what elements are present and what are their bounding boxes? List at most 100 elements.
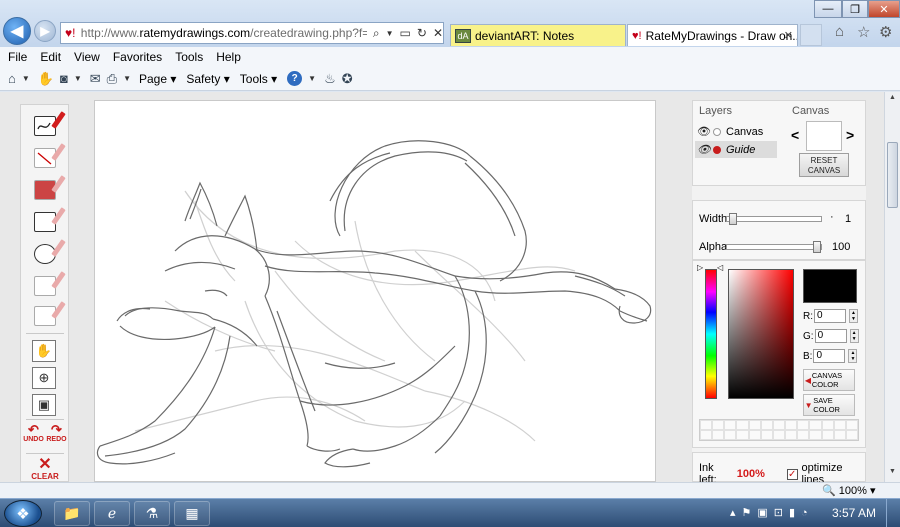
fit-to-screen-icon[interactable]: ▣ bbox=[32, 394, 56, 416]
palette-slot[interactable] bbox=[833, 420, 846, 430]
eye-visibility-icon[interactable]: 👁 bbox=[697, 125, 712, 138]
palette-slot[interactable] bbox=[797, 420, 810, 430]
saturation-value-picker[interactable] bbox=[728, 269, 794, 399]
hand-icon[interactable]: ✋ bbox=[38, 71, 54, 87]
redo-button[interactable]: ↷ REDO bbox=[46, 423, 67, 449]
explorer-folder-icon[interactable]: 📁 bbox=[54, 501, 90, 526]
palette-slot[interactable] bbox=[809, 420, 822, 430]
zoom-control[interactable]: 🔍 100% ▾ bbox=[822, 484, 875, 497]
palette-slot[interactable] bbox=[845, 420, 858, 430]
minimize-window-button[interactable]: — bbox=[814, 0, 842, 18]
palette-slot[interactable] bbox=[748, 420, 761, 430]
palette-slot[interactable] bbox=[760, 420, 773, 430]
new-tab-button[interactable] bbox=[800, 24, 822, 46]
chevron-down-icon[interactable]: ▼ bbox=[386, 29, 394, 38]
chevron-down-icon[interactable]: ▼ bbox=[22, 74, 30, 83]
hue-slider[interactable] bbox=[705, 269, 717, 399]
maximize-window-button[interactable]: ❐ bbox=[842, 0, 868, 18]
internet-explorer-icon[interactable]: ℯ bbox=[94, 501, 130, 526]
palette-slot[interactable] bbox=[809, 430, 822, 440]
palette-slot[interactable] bbox=[712, 420, 725, 430]
chevron-down-icon[interactable]: ▼ bbox=[123, 74, 131, 83]
home-icon[interactable]: ⌂ bbox=[835, 23, 844, 40]
palette-slot[interactable] bbox=[700, 420, 713, 430]
palette-slot[interactable] bbox=[785, 420, 798, 430]
chevron-down-icon[interactable]: ▼ bbox=[74, 74, 82, 83]
menu-help[interactable]: Help bbox=[216, 50, 241, 64]
system-tray[interactable]: ▴⚑▣⊡▮◔ bbox=[730, 506, 814, 519]
address-bar[interactable]: ♥! http://www.ratemydrawings.com/created… bbox=[60, 22, 444, 44]
tab-deviantart-notes[interactable]: dA deviantART: Notes bbox=[450, 24, 626, 46]
compatibility-view-icon[interactable]: ▭ bbox=[400, 26, 411, 40]
palette-slot[interactable] bbox=[724, 420, 737, 430]
home-icon[interactable]: ⌂ bbox=[8, 71, 16, 86]
eraser-tool[interactable] bbox=[28, 271, 66, 299]
start-button[interactable]: ❖ bbox=[4, 500, 42, 527]
palette-slot[interactable] bbox=[724, 430, 737, 440]
width-slider-thumb[interactable] bbox=[729, 213, 737, 225]
messenger-icon[interactable]: ✪ bbox=[342, 71, 353, 87]
scrollbar-thumb[interactable] bbox=[887, 142, 898, 208]
blue-spinner[interactable]: ▲ ▼ bbox=[848, 349, 858, 363]
layer-row-guide[interactable]: 👁 Guide bbox=[695, 141, 777, 158]
menu-file[interactable]: File bbox=[8, 50, 27, 64]
page-menu[interactable]: Page ▾ bbox=[139, 72, 176, 86]
search-icon[interactable]: ⌕ bbox=[373, 26, 380, 41]
menu-edit[interactable]: Edit bbox=[40, 50, 61, 64]
alpha-slider[interactable] bbox=[726, 241, 822, 253]
undo-button[interactable]: ↶ UNDO bbox=[23, 423, 44, 449]
scroll-up-icon[interactable]: ▲ bbox=[887, 94, 898, 106]
back-button[interactable]: ◀ bbox=[3, 17, 31, 45]
rectangle-tool[interactable] bbox=[28, 207, 66, 235]
show-desktop-button[interactable] bbox=[886, 499, 900, 527]
menu-view[interactable]: View bbox=[74, 50, 100, 64]
safety-menu[interactable]: Safety ▾ bbox=[186, 72, 229, 86]
close-window-button[interactable]: ✕ bbox=[868, 0, 900, 18]
palette-slot[interactable] bbox=[772, 430, 786, 440]
app-icon[interactable]: ⚗ bbox=[134, 501, 170, 526]
optimize-lines-checkbox[interactable]: ✓ bbox=[786, 468, 798, 480]
stop-icon[interactable]: ✕ bbox=[433, 26, 443, 40]
layer-row-canvas[interactable]: 👁 Canvas bbox=[695, 123, 777, 140]
close-tab-icon[interactable]: ✕ bbox=[784, 29, 793, 42]
clock[interactable]: 3:57 AM bbox=[832, 506, 876, 520]
palette-slot[interactable] bbox=[736, 430, 749, 440]
green-spinner[interactable]: ▲ ▼ bbox=[849, 329, 859, 343]
favorites-star-icon[interactable]: ☆ bbox=[857, 23, 870, 41]
reset-canvas-button[interactable]: RESET CANVAS bbox=[799, 153, 849, 177]
palette-slot[interactable] bbox=[845, 430, 858, 440]
saved-colors-palette[interactable] bbox=[699, 419, 859, 441]
canvas-prev-button[interactable]: < bbox=[791, 127, 799, 143]
refresh-icon[interactable]: ↻ bbox=[417, 26, 427, 40]
zoom-in-icon[interactable]: ⊕ bbox=[32, 367, 56, 389]
eyedropper-tool[interactable] bbox=[28, 301, 66, 329]
green-input[interactable]: 0 bbox=[814, 329, 847, 343]
drawing-canvas[interactable] bbox=[94, 100, 656, 482]
palette-slot[interactable] bbox=[821, 420, 834, 430]
save-color-button[interactable]: ▼ SAVE COLOR bbox=[803, 394, 855, 416]
palette-slot[interactable] bbox=[760, 430, 773, 440]
palette-slot[interactable] bbox=[833, 430, 846, 440]
palette-slot[interactable] bbox=[700, 430, 713, 440]
canvas-next-button[interactable]: > bbox=[846, 127, 854, 143]
palette-slot[interactable] bbox=[712, 430, 725, 440]
feeds-icon[interactable]: ◙ bbox=[60, 71, 68, 86]
canvas-color-button[interactable]: ◀ CANVAS COLOR bbox=[803, 369, 855, 391]
menu-favorites[interactable]: Favorites bbox=[113, 50, 162, 64]
line-tool[interactable] bbox=[28, 143, 66, 171]
chevron-down-icon[interactable]: ▼ bbox=[308, 74, 316, 83]
alpha-slider-thumb[interactable] bbox=[813, 241, 821, 253]
palette-slot[interactable] bbox=[736, 420, 749, 430]
width-slider[interactable] bbox=[726, 213, 822, 225]
eye-visibility-icon[interactable]: 👁 bbox=[697, 143, 712, 156]
tab-ratemydrawings[interactable]: ♥! RateMyDrawings - Draw on... ✕ bbox=[627, 24, 798, 46]
palette-slot[interactable] bbox=[772, 420, 786, 430]
menu-tools[interactable]: Tools bbox=[175, 50, 203, 64]
mail-icon[interactable]: ✉ bbox=[90, 71, 101, 87]
red-spinner[interactable]: ▲ ▼ bbox=[849, 309, 858, 323]
freehand-pencil-tool[interactable] bbox=[28, 111, 66, 139]
tools-gear-icon[interactable]: ⚙ bbox=[879, 23, 892, 41]
palette-slot[interactable] bbox=[821, 430, 834, 440]
clear-button[interactable]: ✕ CLEAR bbox=[29, 457, 61, 482]
palette-slot[interactable] bbox=[748, 430, 761, 440]
